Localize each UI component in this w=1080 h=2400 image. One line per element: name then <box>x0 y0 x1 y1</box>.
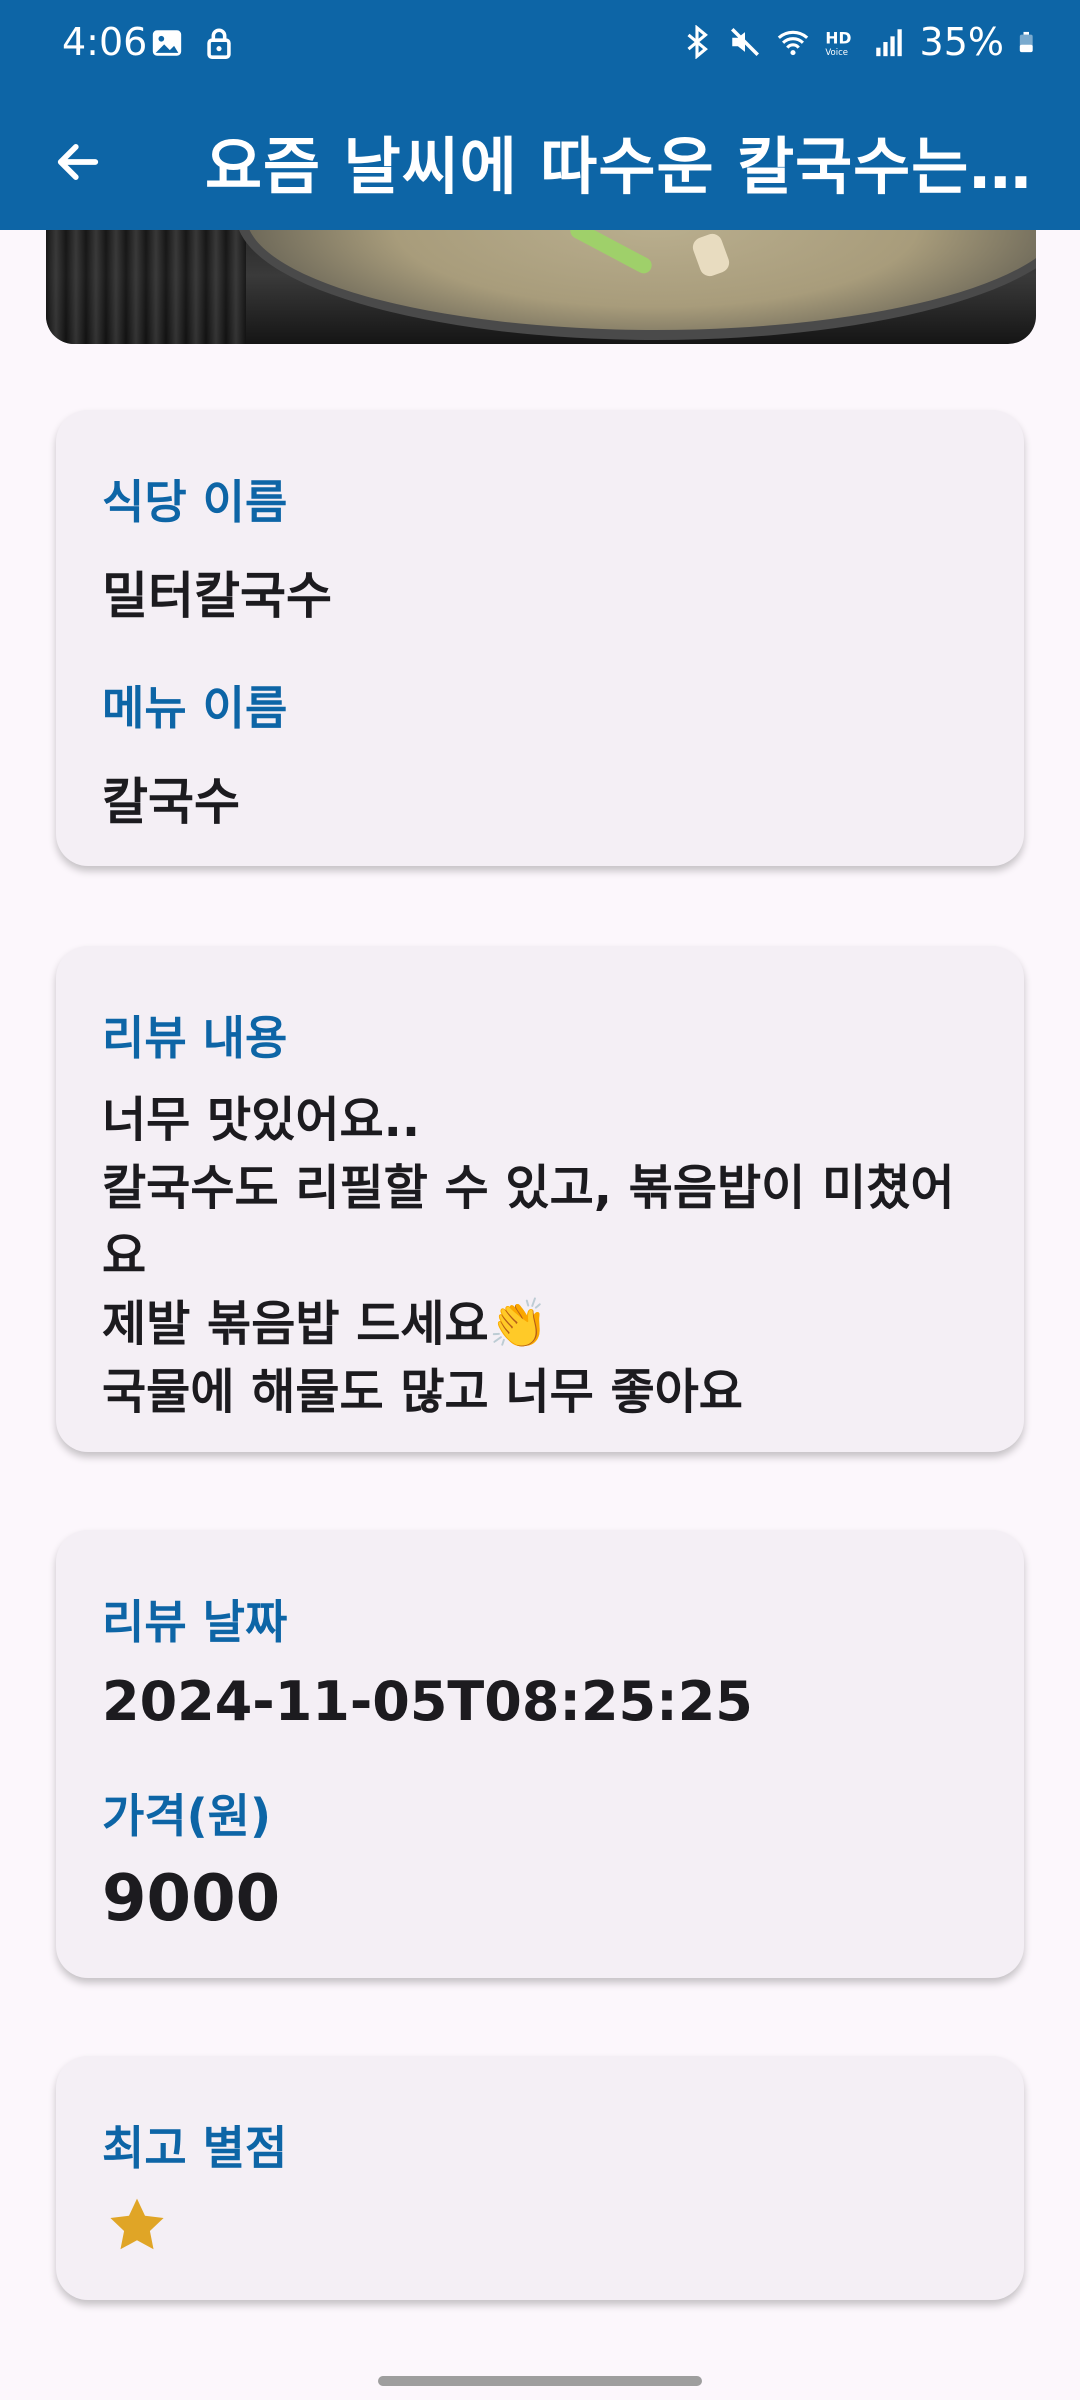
review-date-value: 2024-11-05T08:25:25 <box>102 1670 753 1733</box>
battery-percent: 35% <box>919 20 1004 64</box>
image-icon <box>152 30 182 56</box>
bluetooth-icon <box>687 25 708 59</box>
status-time: 4:06 <box>62 20 148 64</box>
status-bar: 4:06 HD Voice 35% <box>0 0 1080 90</box>
star-icon <box>110 2198 164 2250</box>
top-app-bar: 요즘 날씨에 따수운 칼국수는 여… <box>0 90 1080 230</box>
restaurant-name-label: 식당 이름 <box>102 475 288 529</box>
arrow-left-icon <box>57 144 99 180</box>
battery-icon <box>1019 31 1033 53</box>
page-title: 요즘 날씨에 따수운 칼국수는 여… <box>205 130 1035 203</box>
restaurant-name-value: 밀터칼국수 <box>102 567 332 625</box>
review-content-text: 너무 맛있어요.. 칼국수도 리필할 수 있고, 볶음밥이 미쳤어요 제발 볶음… <box>102 1092 955 1420</box>
lock-icon <box>207 28 231 59</box>
hd-voice-icon: HDVoice <box>825 29 851 58</box>
restaurant-info-card: 식당 이름 밀터칼국수 메뉴 이름 칼국수 <box>56 410 1024 866</box>
svg-text:Voice: Voice <box>825 48 848 58</box>
status-right-icons: HD Voice 35% <box>680 20 1040 64</box>
menu-name-label: 메뉴 이름 <box>102 681 288 735</box>
date-price-card: 리뷰 날짜 2024-11-05T08:25:25 가격(원) 9000 <box>56 1530 1024 1978</box>
mute-icon <box>730 27 759 57</box>
price-value: 9000 <box>102 1862 281 1936</box>
gesture-nav-handle[interactable] <box>378 2376 702 2386</box>
review-date-label: 리뷰 날짜 <box>102 1595 288 1649</box>
status-left-icons <box>150 26 236 60</box>
signal-icon <box>875 29 902 57</box>
svg-text:HD: HD <box>825 29 851 47</box>
price-label: 가격(원) <box>102 1789 272 1843</box>
back-button[interactable] <box>40 124 116 200</box>
review-content-label: 리뷰 내용 <box>102 1011 288 1065</box>
menu-name-value: 칼국수 <box>102 773 240 831</box>
rating-label: 최고 별점 <box>102 2121 288 2175</box>
rating-card: 최고 별점 <box>56 2056 1024 2300</box>
review-photo <box>46 230 1036 344</box>
review-content-card: 리뷰 내용 너무 맛있어요.. 칼국수도 리필할 수 있고, 볶음밥이 미쳤어요… <box>56 946 1024 1452</box>
wifi-icon <box>777 30 808 56</box>
